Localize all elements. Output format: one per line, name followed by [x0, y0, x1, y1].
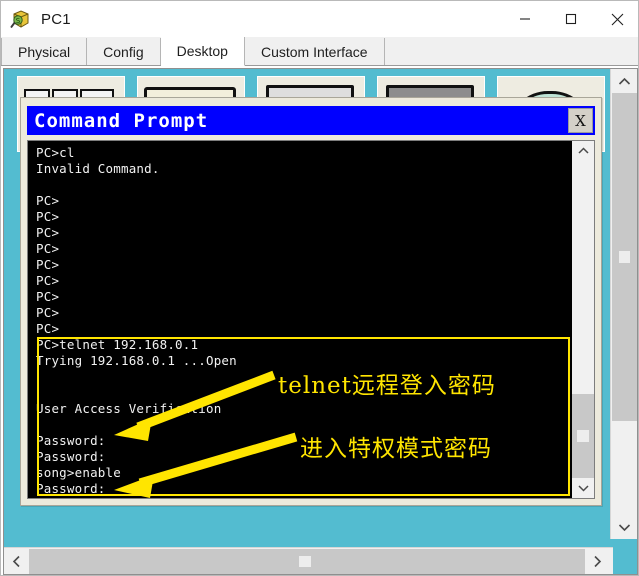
tab-config[interactable]: Config	[87, 38, 161, 65]
pane-vertical-scrollbar[interactable]	[610, 69, 637, 539]
minimize-button[interactable]	[502, 1, 548, 37]
command-prompt-titlebar[interactable]: Command Prompt X	[27, 106, 595, 135]
terminal-output-text: PC>cl Invalid Command. PC> PC> PC> PC> P…	[36, 145, 237, 498]
tab-physical[interactable]: Physical	[1, 38, 88, 65]
terminal-scrollbar-thumb[interactable]	[572, 394, 594, 478]
command-prompt-title: Command Prompt	[34, 109, 209, 132]
pane-horizontal-scrollbar[interactable]	[4, 547, 637, 574]
terminal-container: PC>cl Invalid Command. PC> PC> PC> PC> P…	[27, 140, 595, 499]
chevron-down-icon[interactable]	[611, 515, 637, 539]
close-button[interactable]	[594, 1, 638, 37]
chevron-up-icon[interactable]	[572, 141, 594, 161]
scrollbar-thumb-grip	[577, 430, 589, 442]
tab-custom-interface[interactable]: Custom Interface	[244, 38, 385, 65]
window-controls	[502, 1, 638, 37]
window-title: PC1	[41, 10, 71, 28]
tab-desktop[interactable]: Desktop	[160, 37, 245, 66]
pane-hscrollbar-thumb[interactable]	[29, 548, 585, 574]
chevron-left-icon[interactable]	[4, 548, 29, 574]
scrollbar-thumb-grip	[619, 251, 630, 263]
terminal-vertical-scrollbar[interactable]	[572, 141, 594, 498]
desktop-content-pane: Command Prompt X PC>cl Invalid Command. …	[3, 68, 638, 575]
chevron-right-icon[interactable]	[585, 548, 610, 574]
tab-strip: Physical Config Desktop Custom Interface	[1, 37, 638, 66]
terminal-output-area[interactable]: PC>cl Invalid Command. PC> PC> PC> PC> P…	[28, 141, 572, 498]
chevron-up-icon[interactable]	[611, 69, 637, 93]
pc1-window: S PC1 Physical Config Desktop Custom Int…	[0, 0, 639, 576]
command-prompt-window: Command Prompt X PC>cl Invalid Command. …	[20, 97, 602, 506]
scrollbar-corner	[613, 547, 637, 574]
svg-text:S: S	[16, 17, 21, 25]
package-search-icon: S	[10, 8, 32, 30]
scrollbar-thumb-grip	[299, 555, 311, 567]
pane-scrollbar-thumb[interactable]	[612, 93, 637, 421]
maximize-button[interactable]	[548, 1, 594, 37]
window-titlebar[interactable]: S PC1	[1, 1, 638, 37]
chevron-down-icon[interactable]	[572, 478, 594, 498]
command-prompt-close-button[interactable]: X	[568, 108, 593, 133]
